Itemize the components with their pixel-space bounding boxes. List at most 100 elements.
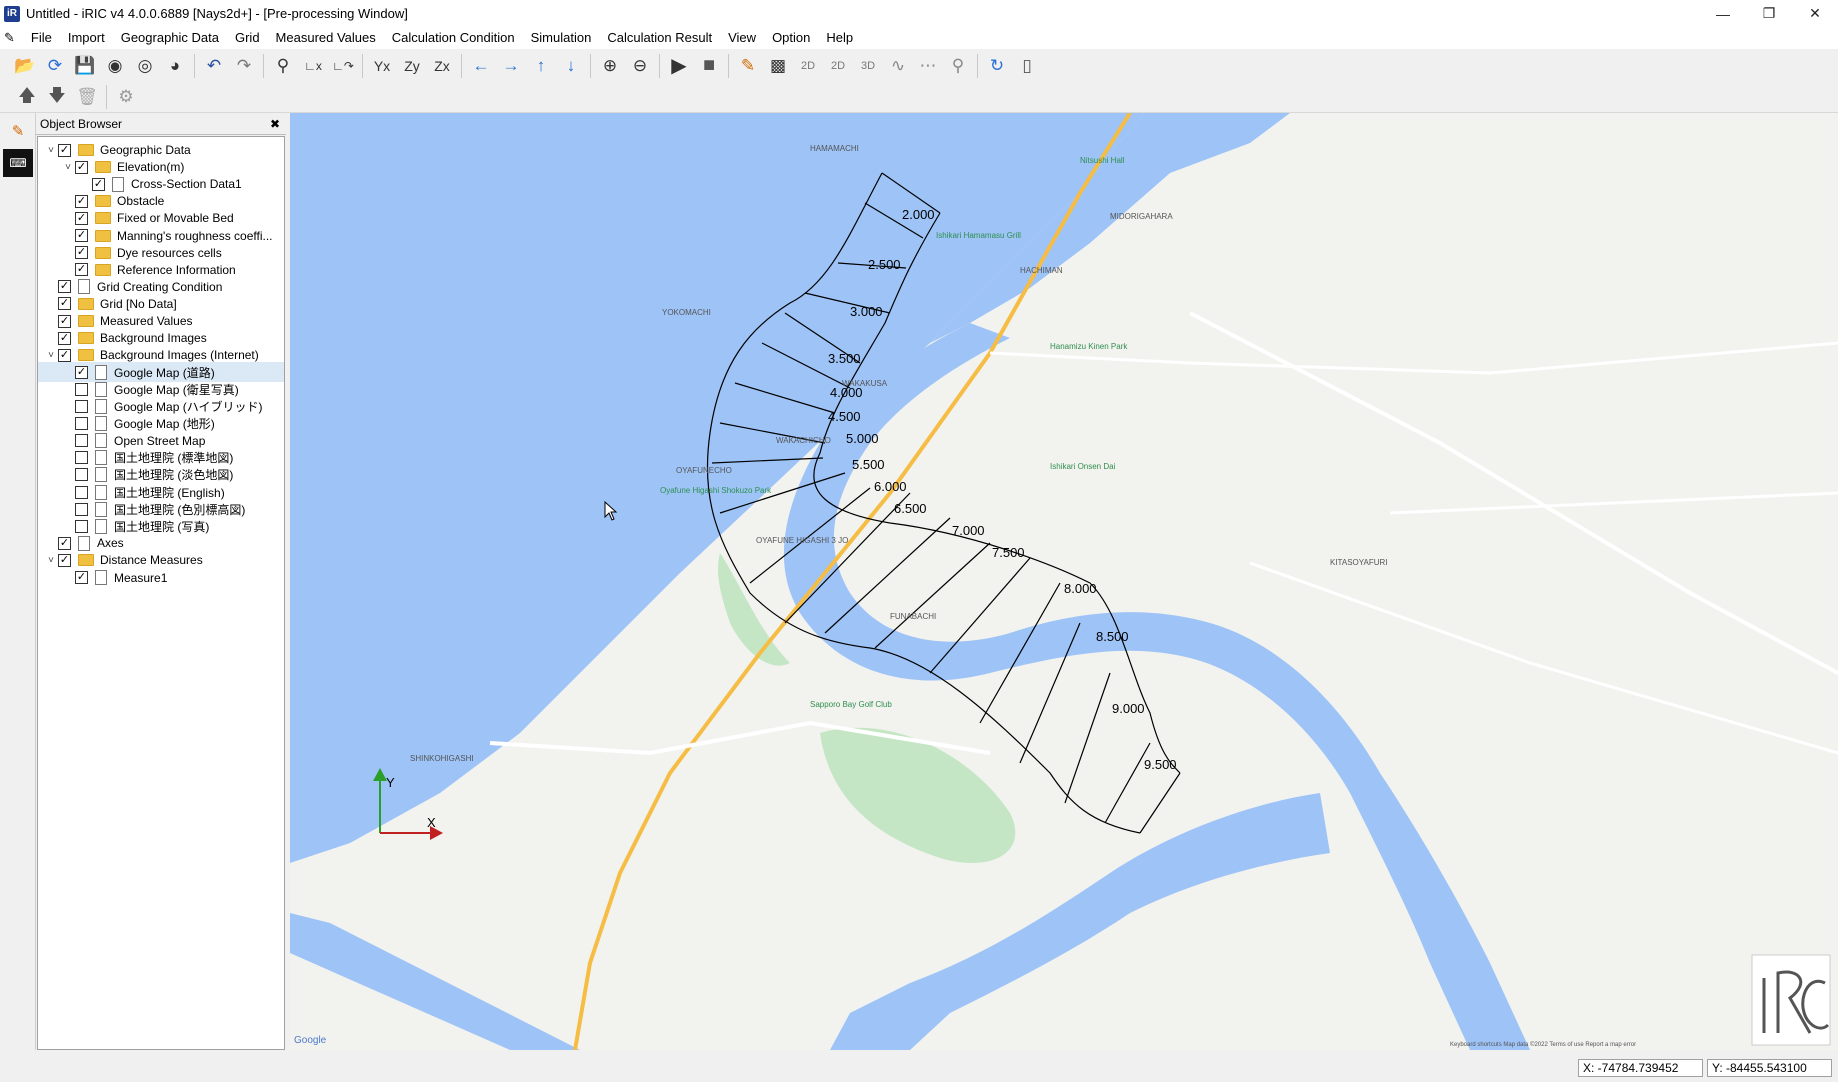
- move-up-icon[interactable]: ↑: [526, 52, 556, 80]
- menu-geographic-data[interactable]: Geographic Data: [113, 27, 227, 49]
- expand-arrow-icon[interactable]: ˅: [61, 162, 75, 173]
- tree-checkbox[interactable]: ✓: [75, 194, 88, 208]
- tree-checkbox[interactable]: ✓: [58, 143, 71, 157]
- solver-console-icon[interactable]: ▩: [763, 52, 793, 80]
- expand-arrow-icon[interactable]: ˅: [44, 350, 58, 361]
- reload-icon[interactable]: ⟳: [40, 52, 70, 80]
- menu-view[interactable]: View: [720, 27, 764, 49]
- reset-rotation-icon[interactable]: ∟x: [298, 52, 328, 80]
- poi-label[interactable]: Ishikari Onsen Dai: [1050, 462, 1116, 471]
- menu-file[interactable]: File: [23, 27, 60, 49]
- restore-button[interactable]: ❐: [1746, 0, 1792, 27]
- tree-checkbox[interactable]: ✓: [75, 571, 88, 584]
- undo-icon[interactable]: ↶: [199, 52, 229, 80]
- property-gear-icon[interactable]: ⚙: [111, 83, 141, 111]
- save-icon[interactable]: 💾: [70, 52, 100, 80]
- object-toolbar: 🡅 🡇 🗑 ⚙: [0, 82, 1838, 113]
- menu-calculation-condition[interactable]: Calculation Condition: [384, 27, 523, 49]
- tree-checkbox[interactable]: ✓: [75, 263, 88, 277]
- edit-pencil-icon[interactable]: ✎: [733, 52, 763, 80]
- tree-checkbox[interactable]: [75, 502, 88, 516]
- map-canvas[interactable]: 2.000 2.500 3.000 3.500 4.000 4.500 5.000 5.500…: [290, 113, 1838, 1050]
- delete-item-icon[interactable]: 🗑: [72, 83, 102, 111]
- close-panel-icon[interactable]: ✖: [270, 117, 280, 131]
- tree-checkbox[interactable]: ✓: [58, 348, 71, 362]
- map-svg[interactable]: 2.0002.5003.0003.5004.0004.5005.0005.500…: [290, 113, 1838, 1050]
- folder-icon: [78, 315, 94, 327]
- post-2d-icon[interactable]: 2D: [793, 52, 823, 80]
- tree-checkbox[interactable]: ✓: [58, 297, 71, 311]
- tree-checkbox[interactable]: ✓: [58, 280, 71, 294]
- post-3d-icon[interactable]: 3D: [853, 52, 883, 80]
- tree-checkbox[interactable]: [75, 468, 88, 482]
- menu-import[interactable]: Import: [60, 27, 113, 49]
- open-folder-icon[interactable]: 📂: [10, 52, 40, 80]
- close-button[interactable]: ✕: [1792, 0, 1838, 27]
- tree-item-label: Google Map (衛星写真): [114, 382, 239, 397]
- view-yx-icon[interactable]: Yx: [367, 52, 397, 80]
- view-zy-icon[interactable]: Zy: [397, 52, 427, 80]
- tree-checkbox[interactable]: ✓: [58, 314, 71, 328]
- graph-icon[interactable]: ∿: [883, 52, 913, 80]
- poi-label[interactable]: Sapporo Bay Golf Club: [810, 700, 892, 709]
- refresh-icon[interactable]: ↻: [982, 52, 1012, 80]
- map-attribution[interactable]: Keyboard shortcuts Map data ©2022 Terms …: [1450, 1041, 1636, 1048]
- poi-label[interactable]: Nitsushi Hall: [1080, 156, 1125, 165]
- tree-checkbox[interactable]: [75, 400, 88, 413]
- rotate-90-icon[interactable]: ∟↷: [328, 52, 358, 80]
- mouse-help-icon[interactable]: ▯: [1012, 52, 1042, 80]
- tree-item[interactable]: ✓ Measure1: [38, 568, 284, 588]
- tree-checkbox[interactable]: ✓: [58, 553, 71, 567]
- tree-checkbox[interactable]: ✓: [75, 229, 88, 242]
- tree-checkbox[interactable]: ✓: [75, 246, 88, 260]
- document-icon: [95, 467, 107, 483]
- verification-graph-icon[interactable]: ⚲: [943, 52, 973, 80]
- expand-arrow-icon[interactable]: ˅: [44, 145, 58, 156]
- folder-icon: [95, 161, 111, 174]
- poi-label[interactable]: Ishikari Hamamasu Grill: [936, 231, 1021, 240]
- preprocessor-window-icon[interactable]: ✎: [3, 117, 33, 145]
- tree-checkbox[interactable]: ✓: [75, 211, 88, 225]
- menu-grid[interactable]: Grid: [227, 27, 268, 49]
- tree-checkbox[interactable]: ✓: [75, 160, 88, 174]
- menu-help[interactable]: Help: [818, 27, 861, 49]
- tree-checkbox[interactable]: ✓: [75, 365, 88, 379]
- redo-icon[interactable]: ↷: [229, 52, 259, 80]
- minimize-button[interactable]: —: [1700, 0, 1746, 27]
- move-item-down-icon[interactable]: 🡇: [42, 83, 72, 111]
- tree-checkbox[interactable]: ✓: [58, 331, 71, 345]
- tree-checkbox[interactable]: [75, 451, 88, 465]
- zoom-out-icon[interactable]: ⊖: [625, 52, 655, 80]
- menu-simulation[interactable]: Simulation: [523, 27, 600, 49]
- tree-checkbox[interactable]: [75, 417, 88, 431]
- snapshot-icon[interactable]: ◉: [100, 52, 130, 80]
- post-2d-bird-icon[interactable]: 2D: [823, 52, 853, 80]
- expand-arrow-icon[interactable]: ˅: [44, 555, 58, 566]
- title-bar: iR Untitled - iRIC v4 4.0.0.6889 [Nays2d…: [0, 0, 1838, 27]
- poi-label[interactable]: Oyafune Higashi Shokuzo Park: [660, 486, 772, 495]
- poi-label[interactable]: Hanamizu Kinen Park: [1050, 342, 1128, 351]
- continuous-snapshot-icon[interactable]: ◎: [130, 52, 160, 80]
- move-item-up-icon[interactable]: 🡅: [12, 83, 42, 111]
- move-down-icon[interactable]: ↓: [556, 52, 586, 80]
- solver-console-window-icon[interactable]: ⌨: [3, 149, 33, 177]
- menu-option[interactable]: Option: [764, 27, 818, 49]
- stop-icon[interactable]: ■: [694, 52, 724, 80]
- move-right-icon[interactable]: →: [496, 52, 526, 80]
- tree-checkbox[interactable]: ✓: [92, 177, 105, 191]
- place-label: WAKAKUSA: [842, 379, 888, 388]
- menu-measured-values[interactable]: Measured Values: [268, 27, 384, 49]
- tree-checkbox[interactable]: [75, 485, 88, 499]
- zoom-in-icon[interactable]: ⊕: [595, 52, 625, 80]
- move-left-icon[interactable]: ←: [466, 52, 496, 80]
- view-zx-icon[interactable]: Zx: [427, 52, 457, 80]
- tree-checkbox[interactable]: [75, 382, 88, 396]
- scatter-graph-icon[interactable]: ⋯: [913, 52, 943, 80]
- fit-view-icon[interactable]: ⚲: [268, 52, 298, 80]
- run-icon[interactable]: ▶: [664, 52, 694, 80]
- tree-checkbox[interactable]: ✓: [58, 536, 71, 550]
- menu-calculation-result[interactable]: Calculation Result: [599, 27, 720, 49]
- tree-checkbox[interactable]: [75, 519, 88, 533]
- tree-checkbox[interactable]: [75, 434, 88, 448]
- google-earth-icon[interactable]: ◕: [160, 52, 190, 80]
